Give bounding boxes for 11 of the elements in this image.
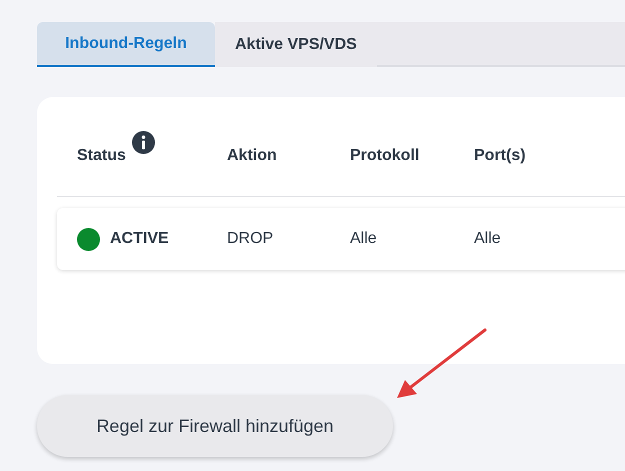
status-text: ACTIVE <box>110 230 169 248</box>
table-cell: Alle <box>474 230 501 248</box>
table-cell: DROP <box>227 230 274 248</box>
column-header: Status <box>77 146 126 164</box>
column-header: Aktion <box>227 146 277 164</box>
tab[interactable]: Aktive VPS/VDS <box>215 22 377 67</box>
column-header: Port(s) <box>474 146 526 164</box>
info-icon[interactable] <box>132 130 155 154</box>
table-cell: Alle <box>350 230 377 248</box>
column-header: Protokoll <box>350 146 420 164</box>
add-rule-button[interactable]: Regel zur Firewall hinzufügen <box>37 395 393 457</box>
